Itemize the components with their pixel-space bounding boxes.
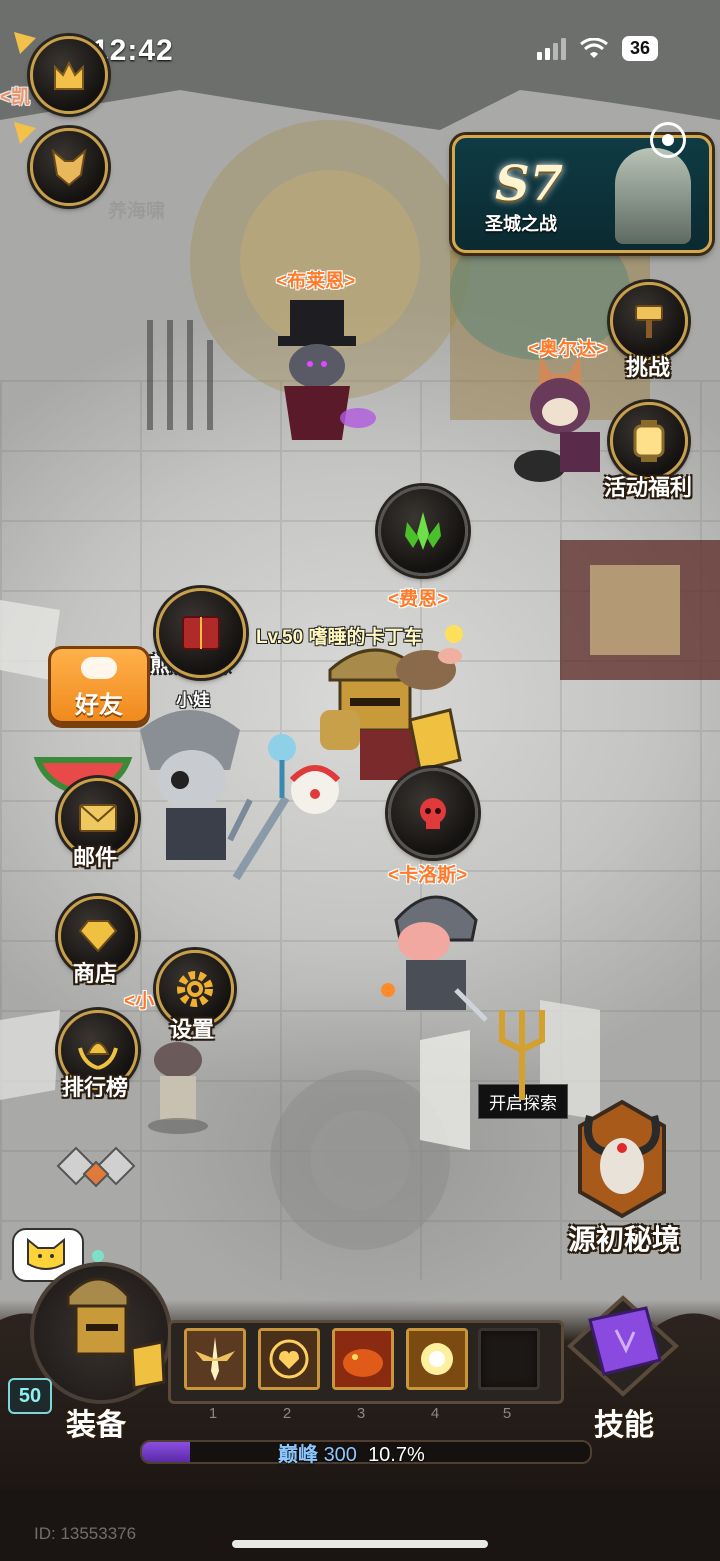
pet-emblem-button[interactable] bbox=[30, 128, 108, 206]
npc-name-partial: <小 bbox=[124, 991, 155, 1012]
npc-carlos[interactable] bbox=[376, 880, 496, 1030]
skill-slot-5[interactable] bbox=[478, 1328, 540, 1390]
gear-icon bbox=[177, 971, 213, 1007]
green-crystal-icon bbox=[405, 512, 441, 550]
skills-button[interactable] bbox=[560, 1290, 686, 1400]
peak-xp-text: 巅峰 300 10.7% bbox=[278, 1438, 425, 1467]
shop-label: 商店 bbox=[72, 961, 117, 986]
battery-icon: 36 bbox=[621, 36, 658, 61]
dungeon-label: 源初秘境 bbox=[567, 1224, 680, 1255]
lantern-icon bbox=[633, 420, 665, 462]
challenge-button[interactable] bbox=[610, 282, 688, 360]
equipment-label: 装备 bbox=[66, 1409, 126, 1442]
friends-label: 好友 bbox=[75, 692, 123, 719]
season-number: S7 bbox=[495, 156, 564, 212]
skill-slot-4[interactable] bbox=[406, 1328, 468, 1390]
skills-label: 技能 bbox=[594, 1409, 654, 1442]
red-book-icon bbox=[182, 616, 220, 650]
skill-slot-number: 3 bbox=[346, 1404, 376, 1424]
faded-npc-name: <凯 bbox=[0, 87, 31, 108]
cellular-signal-icon bbox=[536, 37, 566, 60]
fox-head-icon bbox=[51, 148, 87, 187]
bull-skull-icon bbox=[578, 1099, 666, 1219]
home-indicator[interactable] bbox=[232, 1540, 488, 1548]
wifi-icon bbox=[580, 37, 608, 58]
npc-fein-icon-button[interactable] bbox=[378, 486, 468, 576]
guild-emblem-button[interactable] bbox=[30, 36, 108, 114]
fire-beast-icon bbox=[335, 1331, 391, 1387]
expand-arrow-icon[interactable] bbox=[12, 30, 38, 56]
npc-olda[interactable] bbox=[510, 356, 610, 486]
diamond-menu-toggle-icon[interactable] bbox=[54, 1134, 138, 1198]
diamond-icon bbox=[78, 920, 118, 953]
skill-slot-1[interactable] bbox=[184, 1328, 246, 1390]
golden-trident-prop bbox=[499, 1010, 545, 1100]
winged-sword-icon bbox=[187, 1331, 243, 1387]
challenge-label: 挑战 bbox=[625, 355, 670, 380]
skill-slot-number: 2 bbox=[272, 1404, 302, 1424]
dungeon-button[interactable] bbox=[572, 1096, 672, 1222]
goat-npc[interactable] bbox=[138, 1030, 218, 1140]
event-rewards-label: 活动福利 bbox=[603, 475, 692, 500]
golden-heart-icon bbox=[261, 1331, 317, 1387]
envelope-icon bbox=[79, 804, 117, 832]
friends-button[interactable]: 好友 bbox=[48, 646, 150, 724]
peak-value: 300 bbox=[323, 1444, 357, 1466]
npc-blaine[interactable] bbox=[262, 290, 382, 450]
hero-portrait bbox=[66, 1277, 166, 1390]
mini-program-target-icon[interactable] bbox=[650, 122, 686, 158]
leaderboard-label: 排行榜 bbox=[61, 1075, 128, 1100]
season-title: 圣城之战 bbox=[485, 214, 557, 234]
hammer-icon bbox=[635, 305, 663, 338]
golden-helmet-laurel-icon bbox=[78, 1042, 118, 1070]
status-icons: 36 bbox=[536, 36, 658, 61]
npc-carlos-icon-button[interactable] bbox=[388, 768, 478, 858]
mail-label: 邮件 bbox=[72, 845, 117, 870]
skill-slot-number: 5 bbox=[492, 1404, 522, 1424]
peak-xp-fill bbox=[142, 1442, 190, 1462]
faded-npc-name: 养海啸 bbox=[108, 201, 166, 222]
red-skull-icon bbox=[420, 798, 446, 829]
pet-hat-companion bbox=[396, 648, 462, 690]
npc-name-fein: <费恩> bbox=[388, 589, 449, 610]
player-id: ID: 13553376 bbox=[34, 1524, 137, 1543]
cloud-icon bbox=[81, 657, 117, 679]
light-burst-icon bbox=[409, 1331, 465, 1387]
skill-slot-3[interactable] bbox=[332, 1328, 394, 1390]
season-character-art bbox=[615, 148, 691, 244]
npc-name-blaine: <布莱恩> bbox=[276, 271, 356, 292]
expand-arrow-icon[interactable] bbox=[12, 120, 38, 146]
peak-percent: 10.7% bbox=[368, 1444, 425, 1466]
skill-slot-2[interactable] bbox=[258, 1328, 320, 1390]
event-rewards-button[interactable] bbox=[610, 402, 688, 480]
game-scene: 12:42 36 <凯 养海啸 S7 圣城之战 挑战 活动福利 <布莱恩> <奥… bbox=[0, 0, 720, 1561]
peak-label: 巅峰 bbox=[278, 1444, 318, 1466]
purple-spellbook-icon bbox=[567, 1295, 679, 1397]
clown-pet bbox=[289, 765, 341, 814]
skill-slot-number: 1 bbox=[198, 1404, 228, 1424]
crown-emblem-icon bbox=[54, 60, 84, 90]
player-level-badge: 50 bbox=[8, 1378, 52, 1414]
other-player-icon-button[interactable] bbox=[156, 588, 246, 678]
skill-slot-number: 4 bbox=[420, 1404, 450, 1424]
